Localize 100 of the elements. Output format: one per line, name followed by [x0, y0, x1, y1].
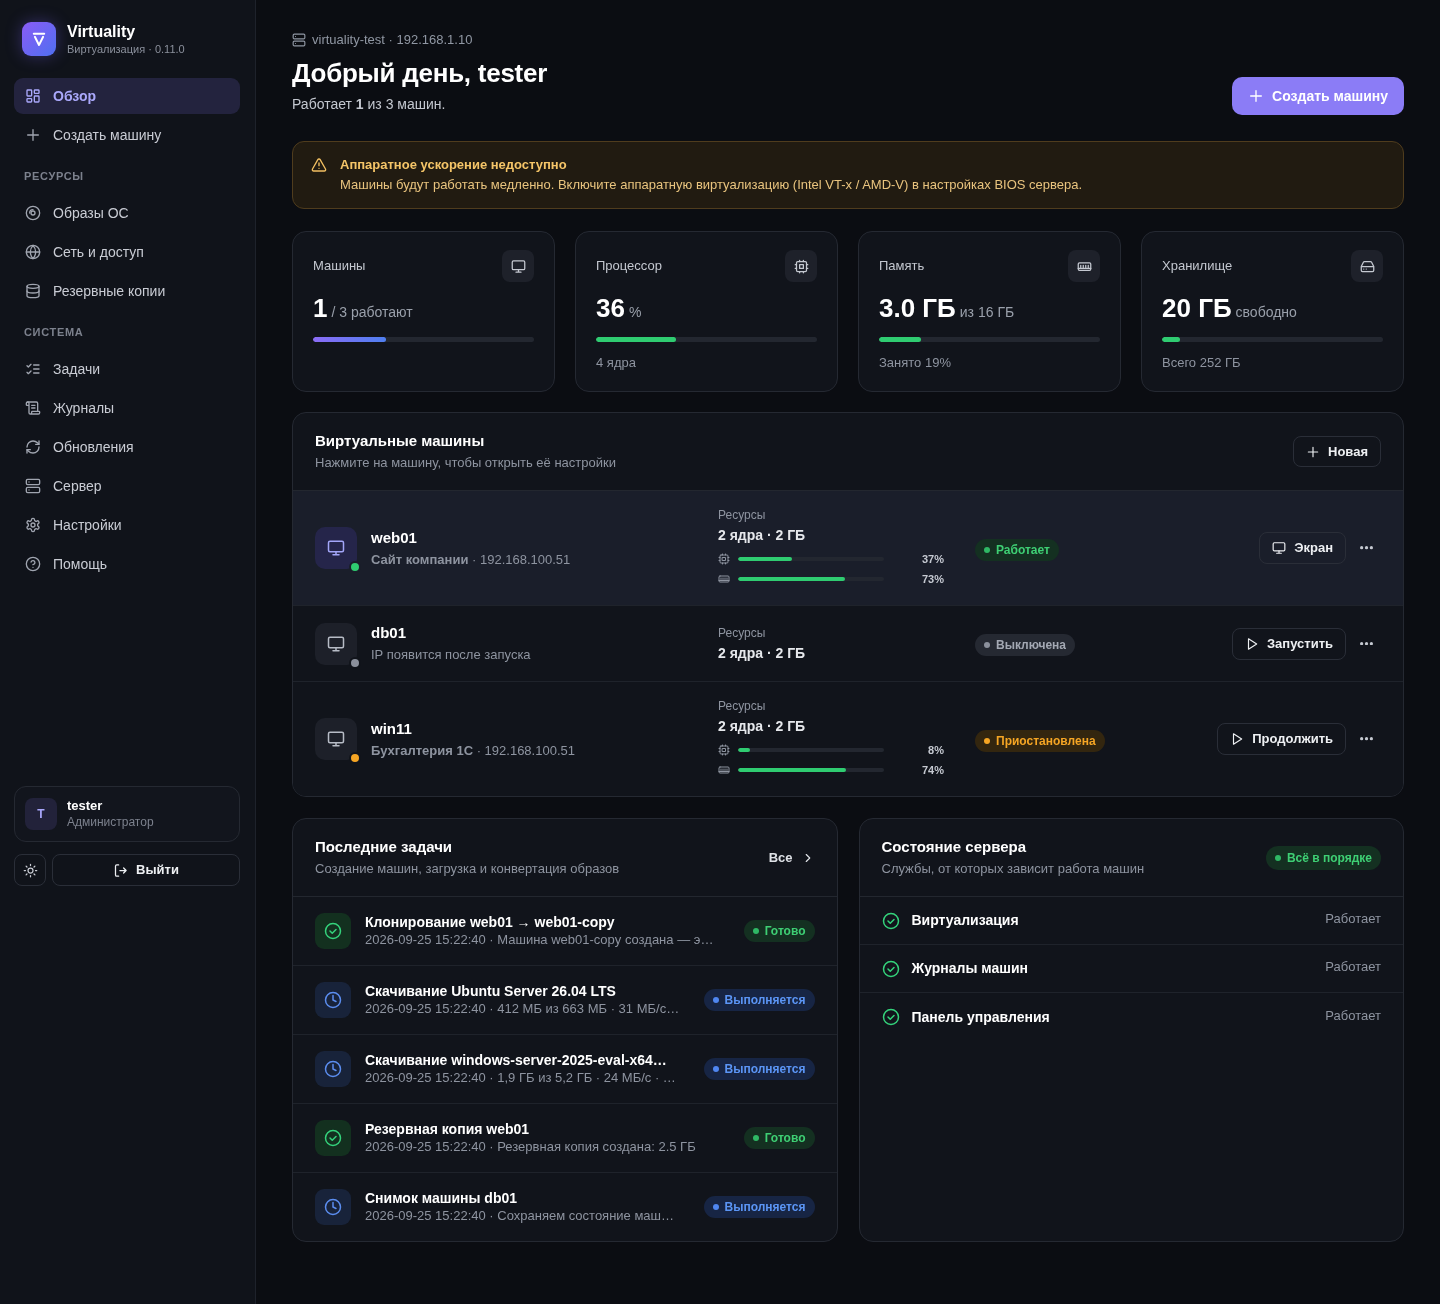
stat-value: 36	[596, 292, 625, 324]
usage-reading: 8%	[927, 742, 944, 758]
stat-label: Машины	[313, 257, 366, 276]
sidebar-nav-item[interactable]: Сервер	[14, 468, 240, 504]
vm-row[interactable]: web01 Сайт компании · 192.168.100.51 Ресурсы 2 ядра · 2 ГБ 37% 73% Работает Экран	[293, 491, 1403, 606]
resources-label: Ресурсы	[718, 698, 767, 714]
more-options-icon[interactable]	[1360, 546, 1373, 550]
status-text: Работает	[996, 541, 1050, 559]
sidebar-nav-item[interactable]: Помощь	[14, 546, 240, 582]
status-dot-icon	[1274, 854, 1281, 861]
play-icon	[1230, 732, 1245, 746]
cpu-icon	[718, 553, 730, 565]
scroll-icon	[25, 400, 41, 416]
panel-subtitle: Службы, от которых зависит работа машин	[881, 860, 1145, 878]
more-options-icon[interactable]	[1360, 641, 1373, 646]
status-text: Приостановлена	[996, 732, 1096, 750]
clock-icon	[315, 1189, 351, 1225]
view-all-link[interactable]: Все	[754, 841, 829, 874]
vm-action-button[interactable]: Экран	[1259, 532, 1346, 564]
sidebar-nav-item[interactable]: Образы ОС	[14, 195, 240, 231]
panel-title: Состояние сервера	[881, 837, 1027, 857]
server-icon	[292, 33, 306, 47]
theme-toggle-button[interactable]	[14, 854, 46, 886]
status-text: Выполняется	[724, 992, 806, 1009]
logout-icon	[113, 862, 129, 878]
service-name: Виртуализация	[911, 911, 1019, 930]
sidebar-nav-item[interactable]: Обзор	[14, 78, 240, 114]
plus-icon	[1306, 444, 1321, 459]
sidebar-nav-item[interactable]: Настройки	[14, 507, 240, 543]
more-options-icon[interactable]	[1360, 737, 1373, 741]
panel-title: Виртуальные машины	[315, 431, 486, 451]
service-state: Работает	[1325, 1006, 1381, 1025]
task-title: Скачивание windows-server-2025-eval-x64…	[365, 1051, 668, 1069]
status-dot-icon	[351, 754, 359, 762]
sidebar-nav-item[interactable]: Задачи	[14, 351, 240, 387]
usage-reading: 37%	[920, 551, 944, 567]
task-details: 2026-09-25 15:22:40 · Сохраняем состояние маш…	[365, 1207, 676, 1225]
monitor-icon	[502, 250, 534, 282]
sidebar-nav-item[interactable]: Создать машину	[14, 117, 240, 153]
stat-label: Память	[879, 257, 925, 276]
vm-action-button[interactable]: Запустить	[1231, 627, 1346, 660]
status-dot-icon	[351, 658, 359, 667]
resources-label: Ресурсы	[718, 507, 767, 523]
sidebar-nav-item[interactable]: Обновления	[14, 429, 240, 465]
cpu-icon	[718, 744, 730, 756]
stat-unit: %	[628, 303, 642, 322]
usage-reading: 74%	[920, 762, 944, 778]
plus-icon	[1248, 88, 1265, 104]
resources-value: 2 ядра · 2 ГБ	[718, 526, 807, 545]
clock-icon	[315, 982, 351, 1018]
checklist-icon	[25, 361, 41, 377]
sidebar-nav-item[interactable]: Журналы	[14, 390, 240, 426]
vm-action-button[interactable]: Продолжить	[1217, 723, 1346, 755]
vm-name: web01	[371, 527, 418, 548]
stat-note: 4 ядра	[596, 354, 637, 372]
status-dot-icon	[984, 737, 990, 744]
stat-value: 20 ГБ	[1162, 292, 1232, 324]
sidebar-nav-item[interactable]: Резервные копии	[14, 273, 240, 309]
stat-label: Процессор	[596, 257, 662, 276]
status-dot-icon	[752, 928, 759, 934]
service-name: Панель управления	[911, 1007, 1050, 1027]
new-vm-button[interactable]: Новая	[1293, 436, 1381, 467]
plus-icon	[25, 127, 41, 143]
logout-button[interactable]: Выйти	[52, 854, 240, 886]
status-dot-icon	[351, 563, 359, 571]
panel-subtitle: Создание машин, загрузка и конвертация образов	[315, 860, 620, 878]
status-text: Выключена	[996, 637, 1067, 654]
service-state: Работает	[1325, 910, 1381, 929]
task-title: Снимок машины db01	[365, 1189, 518, 1207]
usage-reading: 73%	[920, 571, 944, 587]
stat-value: 3.0 ГБ	[879, 292, 956, 324]
disc-icon	[25, 205, 41, 221]
memory-icon	[718, 764, 730, 776]
task-title: Клонирование web01 → web01-copy	[365, 913, 616, 931]
stat-value: 1	[313, 292, 328, 324]
panel-title: Последние задачи	[315, 837, 454, 857]
monitor-icon	[315, 622, 357, 665]
alert-text: Машины будут работать медленно. Включите аппаратную виртуализацию (Intel VT-x / AMD-V) в настройках BIOS сервера.	[340, 176, 1083, 194]
stat-unit: из 16 ГБ	[959, 303, 1015, 322]
server-icon	[25, 478, 41, 494]
task-details: 2026-09-25 15:22:40 · Резервная копия создана: 2.5 ГБ	[365, 1138, 697, 1156]
task-details: 2026-09-25 15:22:40 · Машина web01-copy создана — э…	[365, 931, 715, 949]
vm-name: win11	[371, 718, 413, 739]
panel-subtitle: Нажмите на машину, чтобы открыть её настройки	[315, 454, 616, 472]
settings-icon	[25, 517, 41, 533]
memory-icon	[718, 573, 730, 585]
section-heading: СИСТЕМА	[23, 325, 85, 340]
globe-icon	[25, 244, 41, 260]
service-state: Работает	[1325, 958, 1381, 977]
vm-name: db01	[371, 623, 407, 643]
status-text: Готово	[764, 923, 806, 940]
clock-icon	[315, 1051, 351, 1087]
summary-text: Работает 1 из 3 машин.	[292, 95, 447, 114]
task-details: 2026-09-25 15:22:40 · 1,9 ГБ из 5,2 ГБ · 24 МБ/с · …	[365, 1069, 677, 1087]
stat-label: Хранилище	[1162, 257, 1233, 276]
user-role: Администратор	[67, 814, 154, 830]
sidebar-nav-item[interactable]: Сеть и доступ	[14, 234, 240, 270]
status-dot-icon	[752, 1135, 759, 1141]
vm-subtitle: Сайт компании · 192.168.100.51	[371, 550, 572, 569]
stat-note: Всего 252 ГБ	[1162, 354, 1242, 372]
